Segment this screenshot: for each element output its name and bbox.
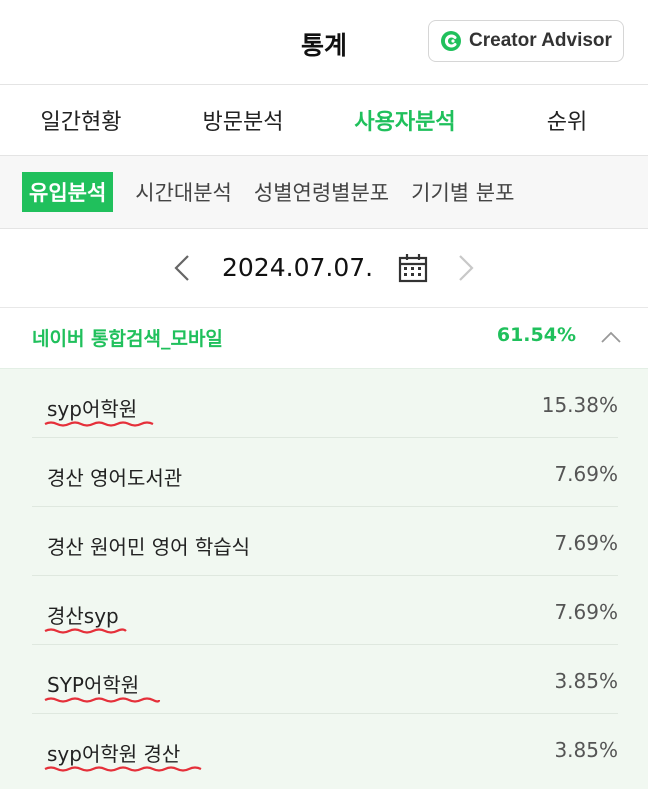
keyword-label: syp어학원 경산 [47, 742, 181, 766]
calendar-icon[interactable] [398, 253, 428, 283]
keyword-list: syp어학원 15.38% 경산 영어도서관 7.69% 경산 원어민 영어 학… [0, 369, 648, 789]
red-underline-annotation [44, 697, 161, 703]
inflow-section-header[interactable]: 네이버 통합검색_모바일 61.54% [0, 308, 648, 369]
list-item: 경산 원어민 영어 학습식 7.69% [32, 507, 618, 576]
keyword-label: 경산 원어민 영어 학습식 [47, 535, 251, 559]
current-date: 2024.07.07. [222, 253, 374, 282]
red-underline-annotation [44, 421, 154, 427]
keyword-percent: 7.69% [554, 600, 618, 624]
sub-tabs: 유입분석 시간대분석 성별연령별분포 기기별 분포 [0, 156, 648, 229]
keyword-percent: 15.38% [541, 393, 618, 417]
keyword-label: syp어학원 [47, 397, 138, 421]
subtab-device-distribution[interactable]: 기기별 분포 [411, 177, 514, 207]
tab-ranking[interactable]: 순위 [486, 85, 648, 155]
header: 통계 Creator Advisor [0, 0, 648, 85]
main-tabs: 일간현황 방문분석 사용자분석 순위 [0, 85, 648, 156]
subtab-time-analysis[interactable]: 시간대분석 [135, 177, 232, 207]
section-title: 네이버 통합검색_모바일 [32, 328, 223, 350]
keyword-label: SYP어학원 [47, 673, 140, 697]
list-item: SYP어학원 3.85% [32, 645, 618, 714]
chevron-left-icon[interactable] [172, 253, 192, 283]
tab-visit-analysis[interactable]: 방문분석 [162, 85, 324, 155]
creator-advisor-logo-icon [441, 31, 462, 51]
section-percent: 61.54% [496, 324, 576, 346]
keyword-percent: 3.85% [554, 669, 618, 693]
chevron-right-icon[interactable] [456, 253, 476, 283]
list-item: 경산 영어도서관 7.69% [32, 438, 618, 507]
keyword-percent: 7.69% [554, 531, 618, 555]
red-underline-annotation [44, 628, 127, 634]
keyword-percent: 7.69% [554, 462, 618, 486]
tab-daily-status[interactable]: 일간현황 [0, 85, 162, 155]
chevron-up-icon[interactable] [600, 330, 622, 344]
creator-advisor-label: Creator Advisor [469, 30, 612, 51]
list-item: syp어학원 15.38% [32, 369, 618, 438]
creator-advisor-button[interactable]: Creator Advisor [428, 20, 624, 62]
keyword-label: 경산 영어도서관 [47, 466, 183, 490]
subtab-inflow-analysis[interactable]: 유입분석 [22, 172, 114, 212]
red-underline-annotation [44, 766, 202, 772]
keyword-percent: 3.85% [554, 738, 618, 762]
date-navigator: 2024.07.07. [0, 229, 648, 308]
subtab-gender-age-distribution[interactable]: 성별연령별분포 [254, 177, 389, 207]
tab-user-analysis[interactable]: 사용자분석 [324, 85, 486, 155]
list-item: 경산syp 7.69% [32, 576, 618, 645]
keyword-label: 경산syp [47, 604, 119, 628]
